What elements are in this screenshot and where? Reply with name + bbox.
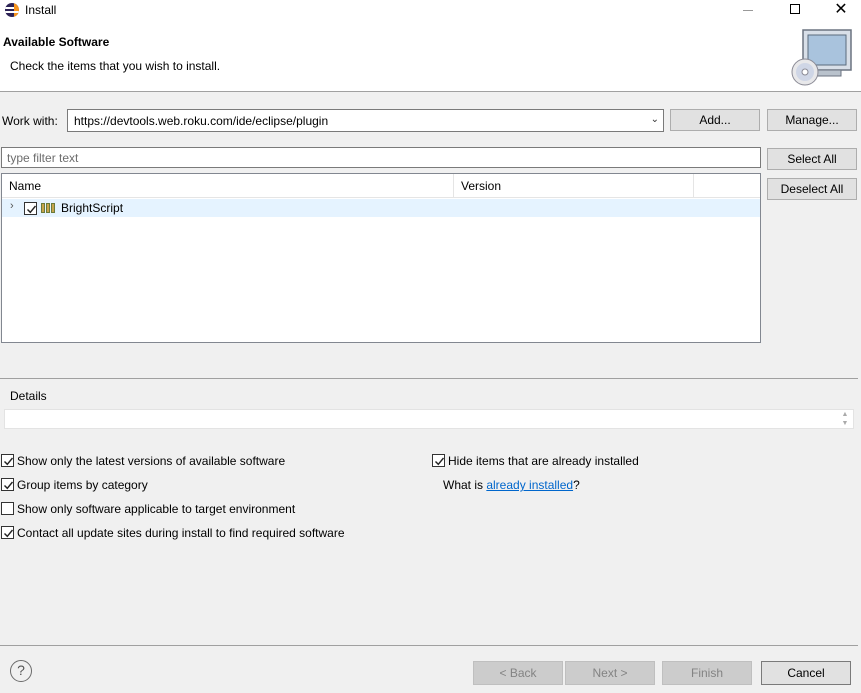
software-tree[interactable]: Name Version › BrightScript (1, 173, 761, 343)
maximize-button[interactable] (772, 0, 818, 20)
checkbox[interactable] (1, 454, 14, 467)
footer-divider (0, 645, 858, 646)
tree-row-brightscript[interactable]: › BrightScript (2, 199, 760, 217)
checkbox[interactable] (1, 502, 14, 515)
feature-icon (41, 203, 56, 213)
filter-input[interactable]: type filter text (1, 147, 761, 168)
tree-header: Name Version (2, 174, 760, 198)
option-label: Contact all update sites during install … (17, 526, 345, 540)
details-scrollbar[interactable]: ▲ ▼ (839, 410, 851, 428)
row-name: BrightScript (61, 201, 124, 215)
divider (0, 378, 858, 379)
window-title: Install (25, 3, 57, 17)
page-title: Available Software (3, 35, 110, 49)
filter-placeholder: type filter text (7, 151, 79, 165)
work-with-value: https://devtools.web.roku.com/ide/eclips… (74, 114, 329, 128)
close-button[interactable]: ✕ (818, 0, 861, 20)
details-text: ▲ ▼ (4, 409, 854, 429)
title-bar: Install ✕ (0, 0, 861, 20)
checkbox[interactable] (432, 454, 445, 467)
deselect-all-button[interactable]: Deselect All (767, 178, 857, 200)
help-icon[interactable]: ? (10, 660, 32, 682)
manage-sites-button[interactable]: Manage... (767, 109, 857, 131)
back-button[interactable]: < Back (473, 661, 563, 685)
option-label: Group items by category (17, 478, 148, 492)
wizard-header: Available Software Check the items that … (0, 20, 861, 92)
chevron-right-icon[interactable]: › (10, 200, 14, 212)
column-name[interactable]: Name (2, 174, 454, 198)
install-banner-icon (791, 29, 852, 86)
page-subtitle: Check the items that you wish to install… (10, 59, 221, 73)
row-checkbox[interactable] (24, 202, 37, 215)
option-label: Show only software applicable to target … (17, 502, 296, 516)
work-with-label: Work with: (2, 114, 58, 128)
what-is-suffix: ? (573, 478, 580, 492)
what-is-installed-text: What is already installed? (443, 478, 580, 492)
option-label: Show only the latest versions of availab… (17, 454, 286, 468)
checkbox[interactable] (1, 526, 14, 539)
dropdown-arrow-icon[interactable]: ⌄ (651, 114, 659, 125)
what-is-prefix: What is (443, 478, 487, 492)
add-site-button[interactable]: Add... (670, 109, 760, 131)
next-button[interactable]: Next > (565, 661, 655, 685)
eclipse-app-icon (5, 3, 19, 17)
finish-button[interactable]: Finish (662, 661, 752, 685)
cancel-button[interactable]: Cancel (761, 661, 851, 685)
column-version[interactable]: Version (454, 174, 694, 198)
minimize-button[interactable] (726, 0, 772, 20)
maximize-icon (790, 4, 800, 14)
minimize-icon (743, 10, 753, 11)
select-all-button[interactable]: Select All (767, 148, 857, 170)
option-label: Hide items that are already installed (448, 454, 639, 468)
already-installed-link[interactable]: already installed (486, 478, 573, 492)
details-label: Details (10, 389, 47, 403)
checkbox[interactable] (1, 478, 14, 491)
close-icon: ✕ (834, 1, 848, 18)
work-with-combo[interactable]: https://devtools.web.roku.com/ide/eclips… (67, 109, 664, 132)
